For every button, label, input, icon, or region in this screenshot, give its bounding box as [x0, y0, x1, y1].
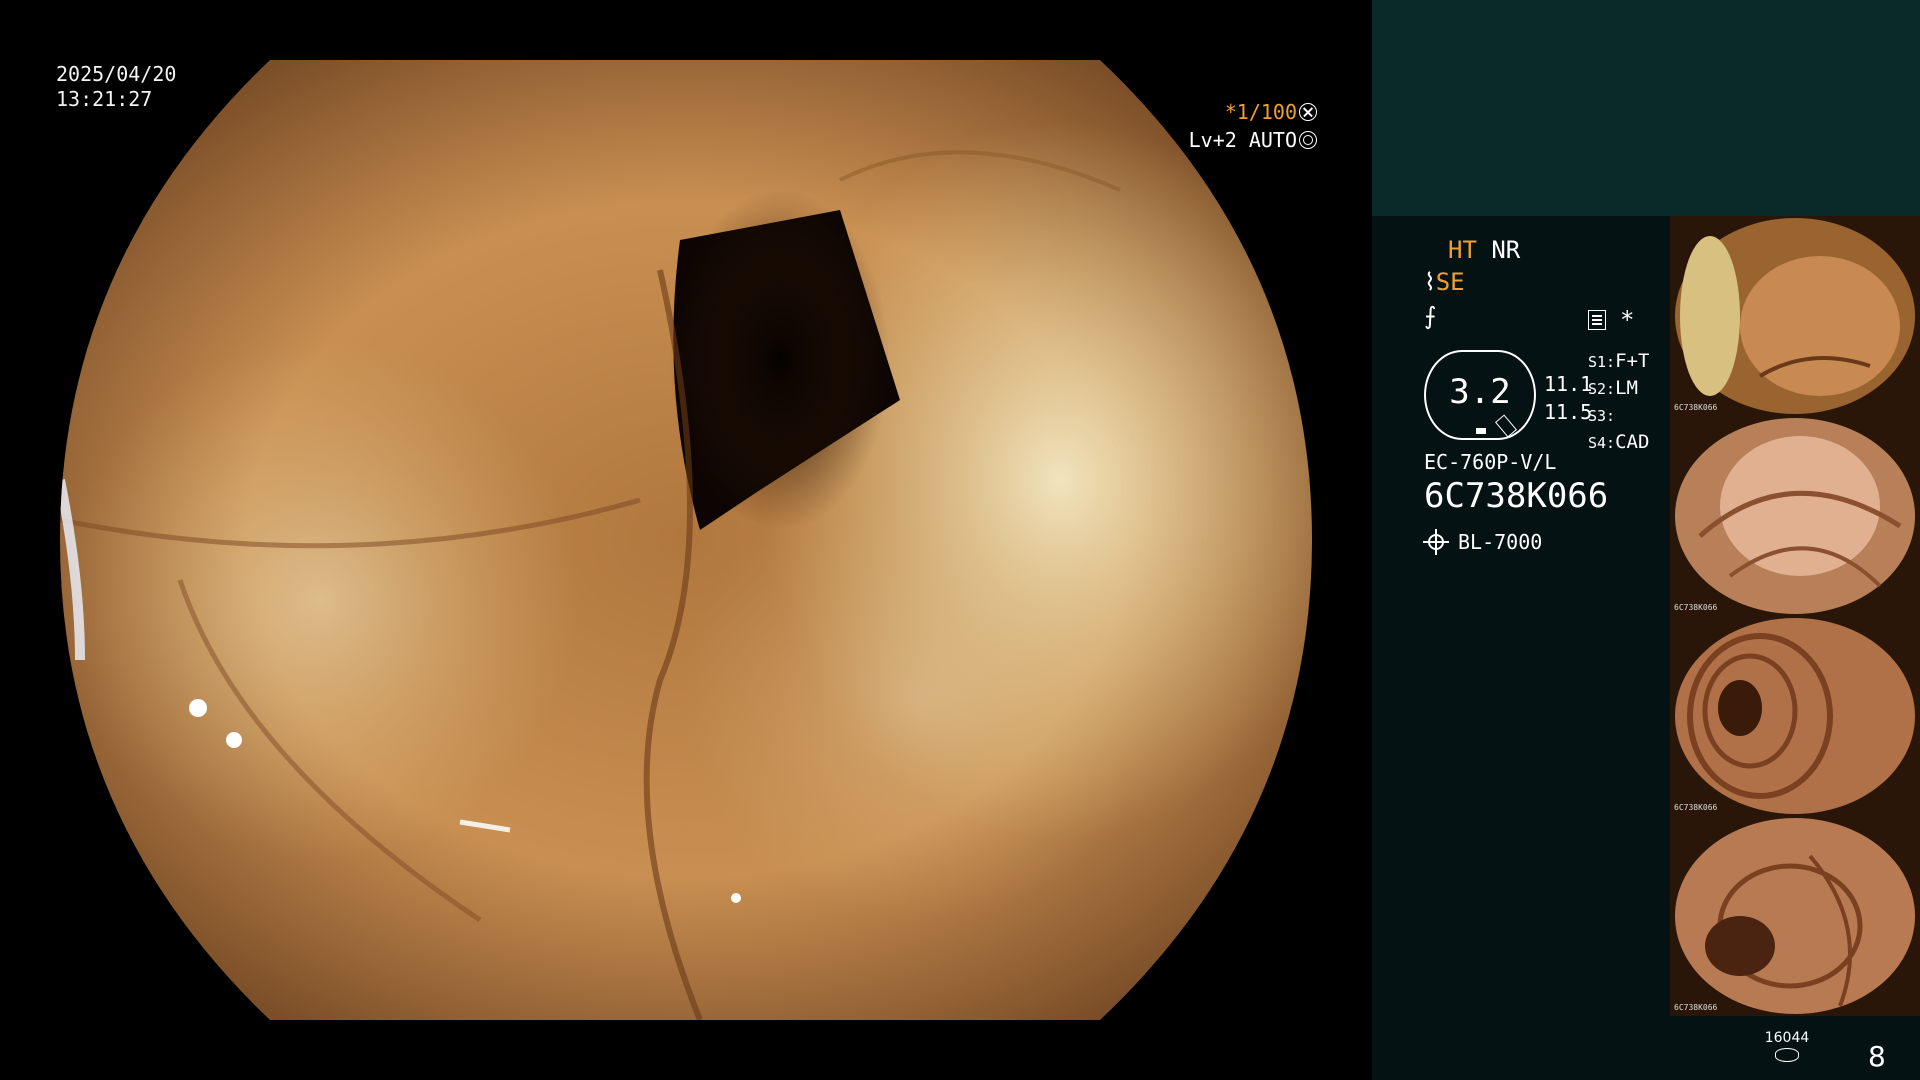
- value-1: 11.1: [1544, 372, 1593, 396]
- scope-model-label: EC-760P-V/L: [1424, 450, 1557, 474]
- thumbnail-serial: 6C738K066: [1674, 803, 1718, 812]
- time-label: 13:21:27: [56, 87, 153, 111]
- setting-s4: S4:CAD: [1588, 431, 1650, 453]
- storage-indicator: 16044: [1762, 1030, 1812, 1062]
- setting-s3: S3:: [1588, 407, 1616, 425]
- thumbnail-4[interactable]: 6C738K066: [1670, 816, 1920, 1016]
- image-count: 8: [1868, 1040, 1886, 1073]
- date-label: 2025/04/20: [56, 62, 177, 86]
- endoscope-image-graphic: [60, 60, 1312, 1020]
- brightness-level-label: Lv+2 AUTO: [1188, 128, 1297, 152]
- endoscope-image: [60, 60, 1312, 1020]
- zoom-gauge: 3.2: [1424, 350, 1536, 440]
- disk-icon: [1775, 1048, 1799, 1062]
- thumbnail-serial: 6C738K066: [1674, 1003, 1718, 1012]
- endoscope-main-view: 2025/04/20 13:21:27 *1/100 Lv+2 AUTO: [0, 0, 1372, 1080]
- thumbnail-serial: 6C738K066: [1674, 403, 1718, 412]
- scope-serial-label: 6C738K066: [1424, 476, 1609, 516]
- thumbnail-3[interactable]: 6C738K066: [1670, 616, 1920, 816]
- date-time-readout: 2025/04/20 13:21:27: [56, 62, 176, 112]
- nr-label: NR: [1491, 236, 1521, 264]
- status-icons: *: [1588, 306, 1634, 334]
- light-source: BL-7000: [1424, 530, 1542, 554]
- aperture-icon: [1299, 103, 1317, 121]
- shutter-speed-label: *1/100: [1224, 100, 1297, 124]
- enhance-icon: ⌇: [1424, 268, 1436, 296]
- value-2: 11.5: [1544, 400, 1593, 424]
- level-row: Lv+2 AUTO: [1189, 126, 1317, 154]
- thumbnail-4-image: [1670, 816, 1920, 1016]
- gauge-lever-icon: [1494, 414, 1518, 438]
- value-readouts: 11.1 11.5: [1544, 370, 1592, 426]
- captured-thumbnails: 6C738K066 6C738K066 6C738K066 6C738K066: [1670, 216, 1920, 1016]
- ring-icon: [1299, 131, 1317, 149]
- mode-row-se: ⌇SE: [1424, 268, 1465, 296]
- setting-s1: S1:F+T: [1588, 350, 1650, 372]
- star-label: *: [1620, 306, 1635, 334]
- freeze-icon: ⨍: [1424, 302, 1437, 330]
- document-icon: [1588, 310, 1606, 330]
- setting-s2: S2:LM: [1588, 377, 1638, 399]
- gauge-value: 3.2: [1449, 372, 1511, 412]
- panel-header-area: [1372, 0, 1920, 216]
- thumbnail-1[interactable]: 6C738K066: [1670, 216, 1920, 416]
- thumbnail-2[interactable]: 6C738K066: [1670, 416, 1920, 616]
- switch-settings: S1:F+T S2:LM S3: S4:CAD: [1588, 348, 1649, 456]
- mode-row-ht: HT NR: [1448, 236, 1520, 264]
- lamp-icon: [1428, 534, 1444, 550]
- exposure-readout: *1/100 Lv+2 AUTO: [1189, 98, 1317, 154]
- light-source-label: BL-7000: [1458, 530, 1543, 554]
- gauge-tick-icon: [1476, 428, 1486, 434]
- thumbnail-serial: 6C738K066: [1674, 603, 1718, 612]
- thumbnail-1-image: [1670, 216, 1920, 416]
- shutter-row: *1/100: [1189, 98, 1317, 126]
- thumbnail-2-image: [1670, 416, 1920, 616]
- se-label: SE: [1435, 268, 1465, 296]
- ht-label: HT: [1448, 236, 1477, 264]
- thumbnail-3-image: [1670, 616, 1920, 816]
- storage-remaining: 16044: [1764, 1030, 1810, 1046]
